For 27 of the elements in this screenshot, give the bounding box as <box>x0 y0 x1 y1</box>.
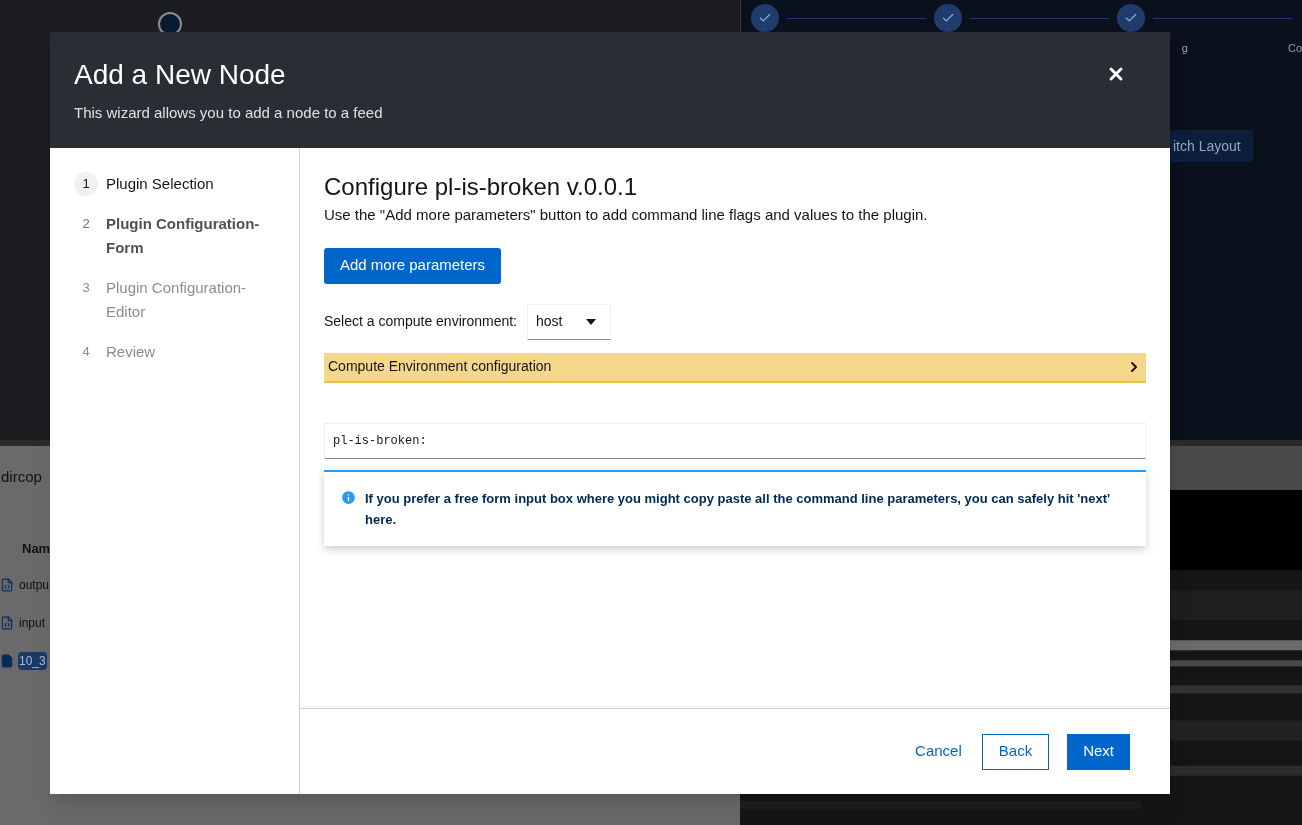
dialog-subtitle: This wizard allows you to add a node to a feed <box>74 103 384 123</box>
step-label: Co <box>1287 41 1302 56</box>
cancel-link[interactable]: Cancel <box>911 733 966 770</box>
dialog-title: Add a New Node <box>74 58 286 92</box>
next-button[interactable]: Next <box>1067 733 1130 770</box>
check-icon <box>1117 4 1145 32</box>
file-name[interactable]: input <box>18 614 47 632</box>
add-parameters-button[interactable]: Add more parameters <box>324 247 502 284</box>
step-label: g <box>1181 41 1188 56</box>
folder-title: dircop <box>1 467 42 487</box>
code-file-icon <box>0 578 14 592</box>
code-file-icon <box>0 616 14 630</box>
file-icon <box>0 654 14 668</box>
info-text: If you prefer a free form input box where you might copy paste all the command line parameters, you can safely hit 'next' here. <box>365 489 1112 529</box>
file-name[interactable]: outpu <box>18 576 51 594</box>
form-heading: Configure pl-is-broken v.0.0.1 <box>324 172 639 202</box>
editor-field[interactable]: pl-is-broken: <box>324 422 1146 459</box>
info-icon <box>340 488 357 506</box>
back-button[interactable]: Back <box>981 733 1050 770</box>
compute-select[interactable]: host <box>527 303 611 340</box>
wizard-step[interactable]: 2 Plugin Configuration-Form <box>74 212 283 260</box>
compute-config-accordion[interactable]: Compute Environment configuration <box>324 352 1146 383</box>
column-header: Nam <box>22 539 51 558</box>
form-description: Use the "Add more parameters" button to add command line flags and values to the plugin. <box>324 205 929 225</box>
wizard-step[interactable]: 1 Plugin Selection <box>74 172 283 196</box>
file-name[interactable]: 10_3 <box>18 652 47 670</box>
compute-label: Select a compute environment: <box>324 312 517 331</box>
